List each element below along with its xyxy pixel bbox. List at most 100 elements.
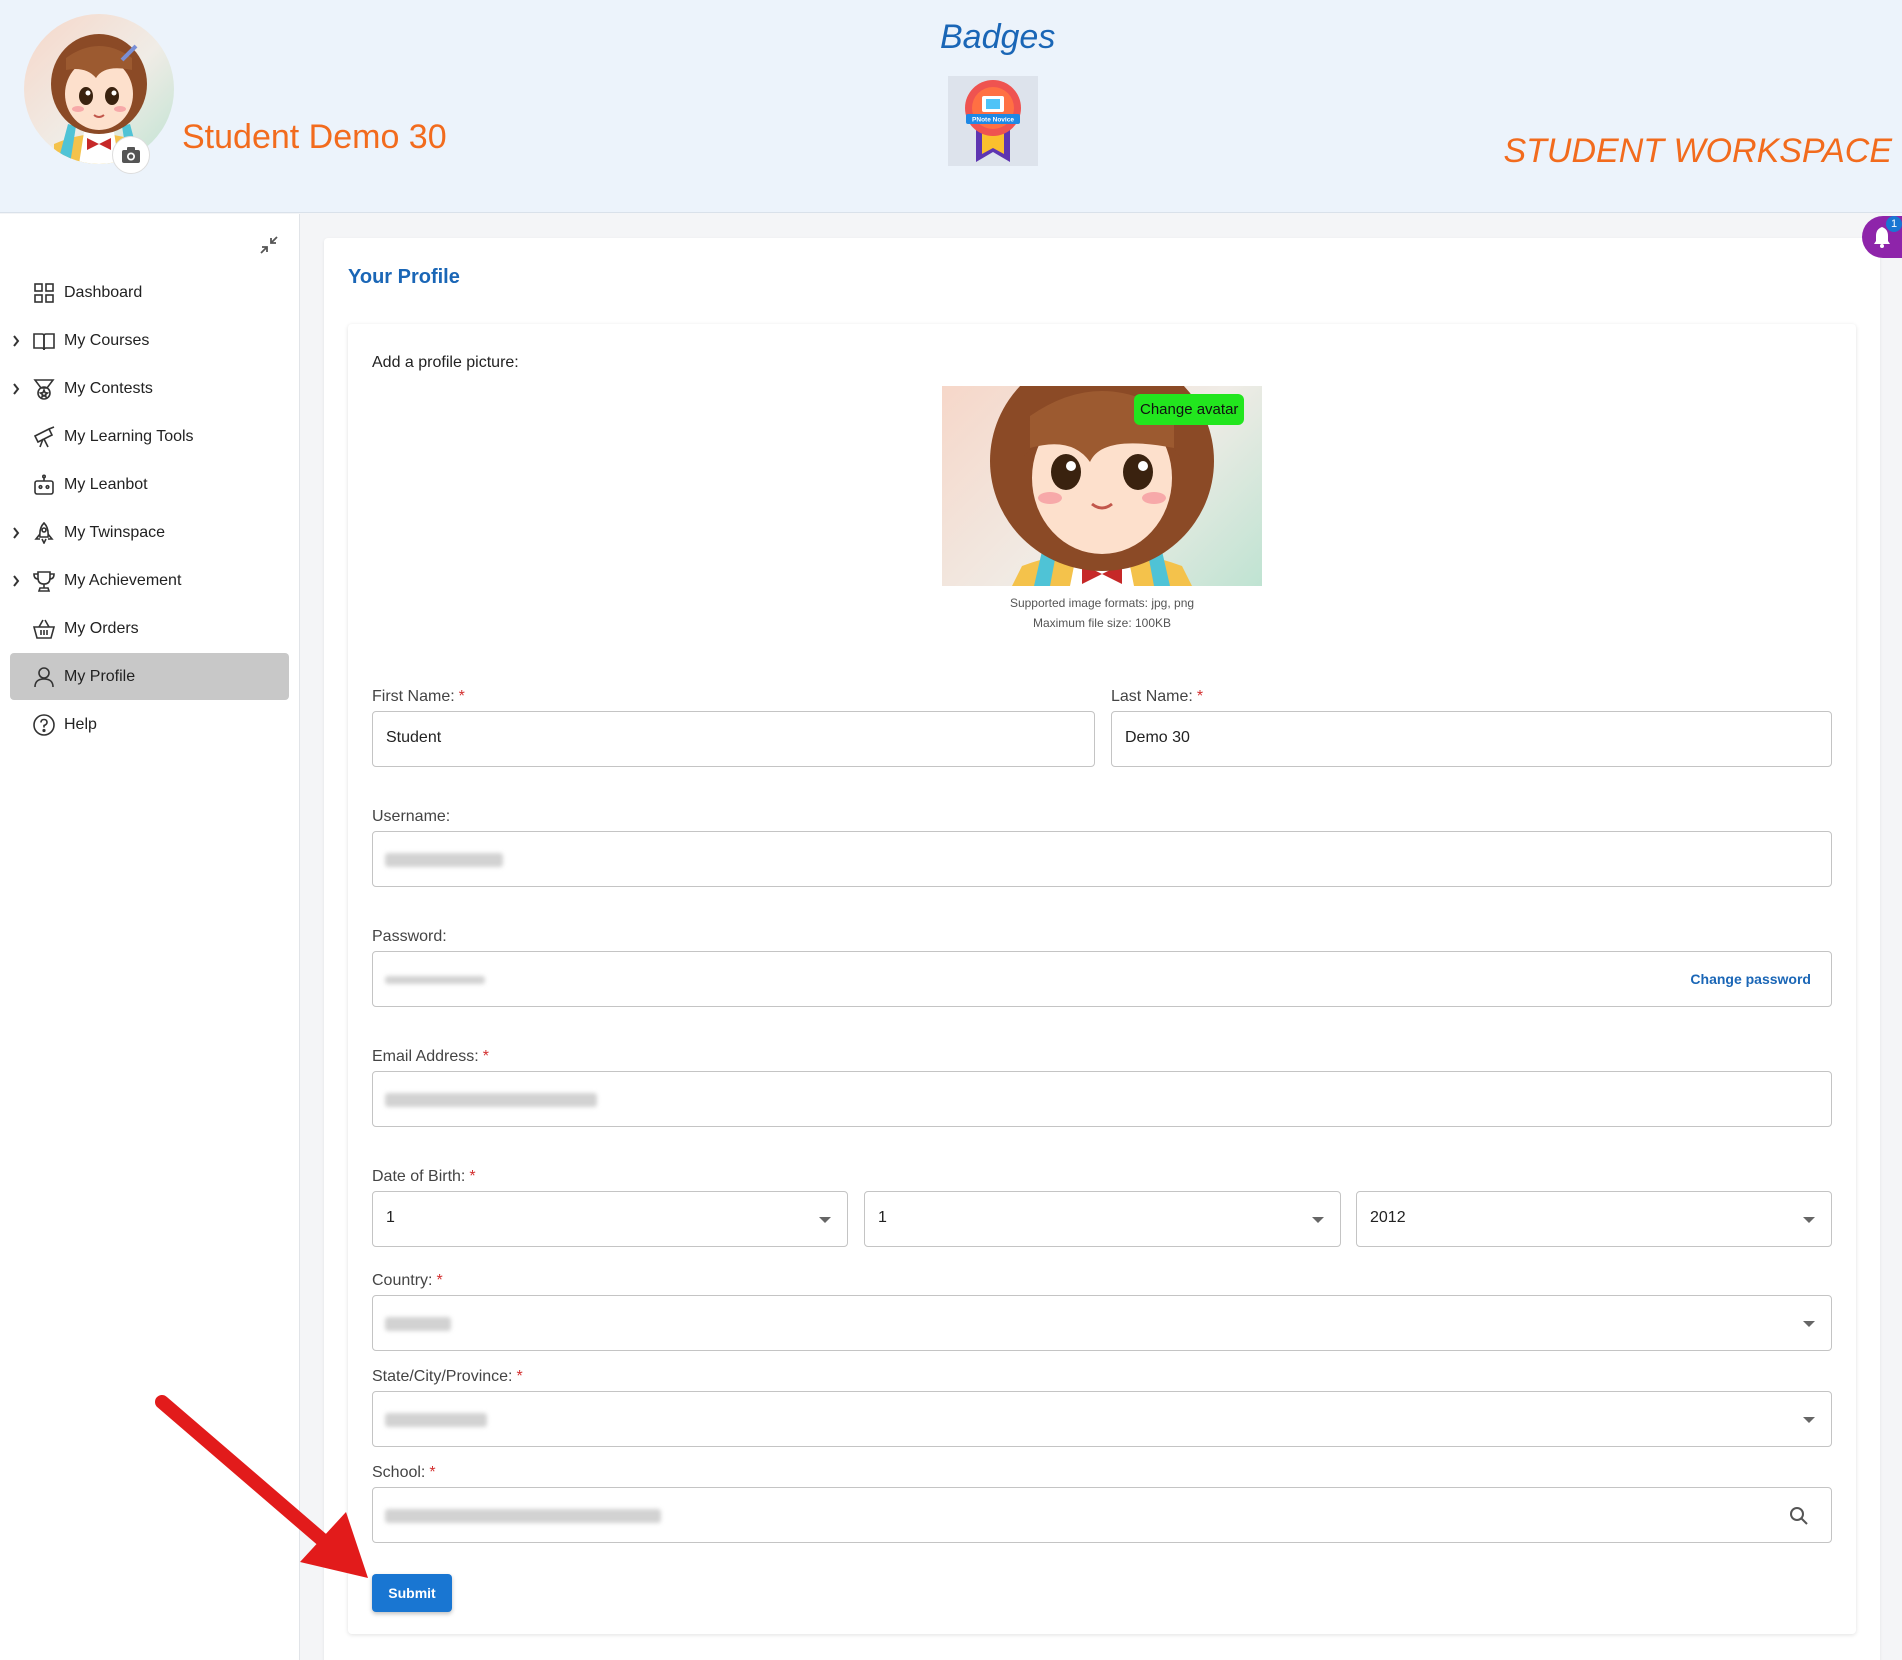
sidebar-item-help[interactable]: Help (10, 701, 289, 748)
password-label: Password: (372, 928, 447, 945)
trophy-icon (32, 569, 56, 593)
required-mark: * (436, 1272, 443, 1289)
profile-form: Add a profile picture: Change avatar Sup… (348, 324, 1856, 1634)
notification-count-badge: 1 (1886, 216, 1902, 232)
redacted-email (385, 1093, 597, 1107)
first-name-field[interactable]: Student (372, 711, 1095, 767)
change-photo-button[interactable] (112, 136, 150, 174)
sidebar-item-my-twinspace[interactable]: My Twinspace (10, 509, 289, 556)
sidebar-item-my-courses[interactable]: My Courses (10, 317, 289, 364)
sidebar-item-label: Dashboard (64, 283, 143, 301)
sidebar-item-my-orders[interactable]: My Orders (10, 605, 289, 652)
dob-day-value: 1 (386, 1209, 395, 1226)
redacted-password (385, 976, 485, 984)
dropdown-arrow-icon (1803, 1321, 1815, 1327)
collapse-icon (260, 236, 278, 254)
sidebar-item-my-profile[interactable]: My Profile (10, 653, 289, 700)
sidebar-item-label: My Orders (64, 619, 139, 637)
main-panel: Your Profile Add a profile picture: Chan… (324, 238, 1880, 1660)
image-size-note-text: Maximum file size: 100KB (1032, 616, 1172, 630)
dob-year-value: 2012 (1370, 1209, 1406, 1226)
dob-label: Date of Birth: * (372, 1168, 476, 1186)
basket-icon (32, 617, 56, 641)
country-select[interactable] (372, 1295, 1832, 1351)
required-mark: * (516, 1368, 523, 1385)
sidebar-item-my-learning-tools[interactable]: My Learning Tools (10, 413, 289, 460)
username-label: Username: (372, 808, 451, 825)
email-label-text: Email Address: (372, 1048, 479, 1065)
robot-icon (32, 473, 56, 497)
redacted-state (385, 1413, 487, 1427)
dob-day-select[interactable]: 1 (372, 1191, 848, 1247)
redacted-username (385, 853, 503, 867)
email-field[interactable] (372, 1071, 1832, 1127)
required-mark: * (469, 1168, 476, 1185)
required-mark: * (482, 1048, 489, 1065)
required-mark: * (1196, 688, 1204, 705)
last-name-label: Last Name: * (1111, 688, 1203, 706)
dropdown-arrow-icon (1803, 1417, 1815, 1423)
sidebar-item-label: My Profile (64, 667, 136, 685)
medal-icon (32, 377, 56, 401)
redacted-school (385, 1509, 661, 1523)
dropdown-arrow-icon (1312, 1217, 1324, 1223)
state-label: State/City/Province: * (372, 1368, 523, 1386)
dob-label-text: Date of Birth: (372, 1168, 466, 1185)
avatar[interactable] (24, 14, 174, 164)
profile-picture-label: Add a profile picture: (372, 354, 519, 371)
change-avatar-button[interactable]: Change avatar (1134, 394, 1245, 425)
sidebar-item-label: Help (64, 715, 97, 733)
collapse-sidebar-button[interactable] (256, 232, 282, 258)
chevron-right-icon[interactable] (10, 574, 22, 587)
help-icon (32, 713, 56, 737)
sidebar-item-label: My Achievement (64, 571, 182, 589)
required-mark: * (458, 688, 465, 705)
badge-pnote-novice[interactable]: PNote Novice (948, 76, 1038, 166)
header: Student Demo 30 Badges PNote Novice STUD… (0, 0, 1902, 213)
last-name-field[interactable]: Demo 30 (1111, 711, 1832, 767)
dropdown-arrow-icon (819, 1217, 831, 1223)
annotation-arrow (155, 1395, 368, 1578)
password-field[interactable]: Change password (372, 951, 1832, 1007)
change-password-link[interactable]: Change password (1690, 971, 1811, 987)
email-label: Email Address: * (372, 1048, 489, 1066)
state-select[interactable] (372, 1391, 1832, 1447)
dob-month-value: 1 (878, 1209, 887, 1226)
first-name-value: Student (386, 729, 442, 746)
camera-icon (122, 147, 140, 163)
image-size-note: Maximum file size: 100KB (348, 616, 1856, 630)
image-format-note: Supported image formats: jpg, png (1009, 596, 1195, 610)
last-name-label-text: Last Name: (1111, 688, 1193, 705)
grid-icon (32, 281, 56, 305)
workspace-label: STUDENT WORKSPACE (1503, 132, 1892, 170)
telescope-icon (32, 425, 56, 449)
sidebar-item-my-achievement[interactable]: My Achievement (10, 557, 289, 604)
school-search-field[interactable] (372, 1487, 1832, 1543)
dob-year-select[interactable]: 2012 (1356, 1191, 1832, 1247)
sidebar-item-label: My Leanbot (64, 475, 148, 493)
badge-label: PNote Novice (972, 117, 1014, 124)
dob-month-select[interactable]: 1 (864, 1191, 1341, 1247)
sidebar-item-my-contests[interactable]: My Contests (10, 365, 289, 412)
first-name-label: First Name: * (372, 688, 465, 706)
chevron-right-icon[interactable] (10, 526, 22, 539)
dropdown-arrow-icon (1803, 1217, 1815, 1223)
sidebar-item-label: My Twinspace (64, 523, 166, 541)
chevron-right-icon[interactable] (10, 334, 22, 347)
sidebar-item-dashboard[interactable]: Dashboard (10, 269, 289, 316)
search-icon[interactable] (1787, 1504, 1811, 1528)
rocket-icon (32, 521, 56, 545)
sidebar-item-my-leanbot[interactable]: My Leanbot (10, 461, 289, 508)
sidebar-item-label: My Learning Tools (64, 427, 194, 445)
badge-icon: PNote Novice (965, 80, 1021, 162)
country-label-text: Country: (372, 1272, 433, 1289)
avatar-illustration (51, 34, 147, 164)
username-field[interactable] (372, 831, 1832, 887)
country-label: Country: * (372, 1272, 443, 1290)
first-name-label-text: First Name: (372, 688, 455, 705)
badges-title: Badges (940, 18, 1056, 56)
chevron-right-icon[interactable] (10, 382, 22, 395)
person-icon (32, 665, 56, 689)
sidebar-item-label: My Courses (64, 331, 150, 349)
sidebar-item-label: My Contests (64, 379, 153, 397)
